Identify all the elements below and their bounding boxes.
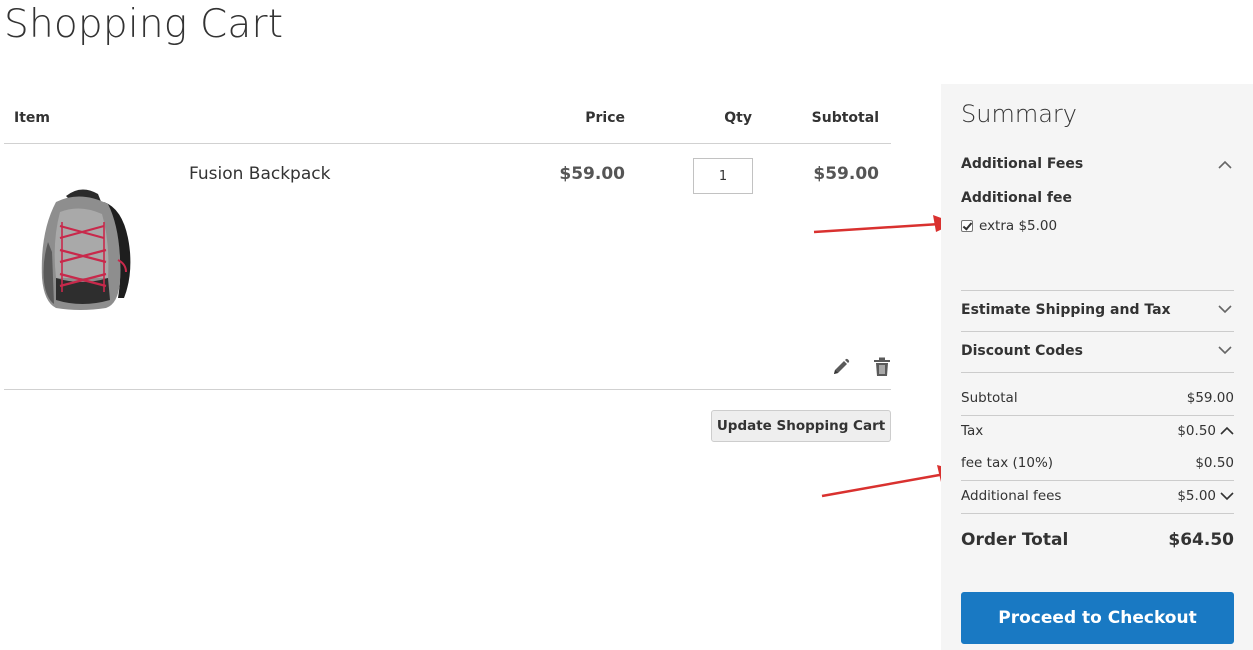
additional-fees-label: Additional fees xyxy=(961,488,1062,504)
column-header-qty: Qty xyxy=(724,110,752,126)
divider xyxy=(961,331,1234,332)
cart-table-header: Item Price Qty Subtotal xyxy=(4,98,891,144)
order-summary: Summary Additional Fees Additional fee e… xyxy=(941,84,1253,650)
fee-option-label: extra $5.00 xyxy=(979,218,1058,234)
tax-value: $0.50 xyxy=(1177,423,1216,439)
divider xyxy=(961,290,1234,291)
fee-group-label: Additional fee xyxy=(961,190,1072,206)
item-price: $59.00 xyxy=(559,164,625,184)
column-header-subtotal: Subtotal xyxy=(811,110,879,126)
proceed-to-checkout-button[interactable]: Proceed to Checkout xyxy=(961,592,1234,644)
divider xyxy=(961,415,1234,416)
totals-subtotal-row: Subtotal $59.00 xyxy=(961,390,1234,406)
subtotal-label: Subtotal xyxy=(961,390,1018,406)
order-total-value: $64.50 xyxy=(1168,530,1234,550)
additional-fees-toggle[interactable]: Additional Fees xyxy=(961,156,1234,176)
order-total-row: Order Total $64.50 xyxy=(961,530,1234,550)
fee-option-extra[interactable]: extra $5.00 xyxy=(961,218,1057,234)
cart-table: Item Price Qty Subtotal Fusion Backpack … xyxy=(4,98,891,442)
discount-codes-toggle[interactable]: Discount Codes xyxy=(961,343,1234,363)
chevron-down-icon xyxy=(1220,492,1234,501)
annotation-arrow-fee-tax xyxy=(821,465,960,498)
column-header-item: Item xyxy=(14,110,50,126)
divider xyxy=(961,372,1234,373)
trash-icon[interactable] xyxy=(873,357,891,377)
chevron-down-icon xyxy=(1218,305,1232,314)
order-total-label: Order Total xyxy=(961,530,1069,550)
column-header-price: Price xyxy=(585,110,625,126)
estimate-shipping-heading: Estimate Shipping and Tax xyxy=(961,302,1171,318)
cart-item-row: Fusion Backpack $59.00 $59.00 xyxy=(4,144,891,390)
product-name-link[interactable]: Fusion Backpack xyxy=(189,164,330,184)
chevron-down-icon xyxy=(1218,346,1232,355)
chevron-up-icon xyxy=(1220,426,1234,435)
fee-tax-label: fee tax (10%) xyxy=(961,455,1054,471)
fee-tax-value: $0.50 xyxy=(1195,455,1234,471)
totals-fee-tax-row: fee tax (10%) $0.50 xyxy=(961,455,1234,471)
totals-additional-fees-row[interactable]: Additional fees $5.00 xyxy=(961,488,1234,504)
summary-title: Summary xyxy=(961,100,1077,128)
edit-pencil-icon[interactable] xyxy=(832,358,850,376)
additional-fees-value: $5.00 xyxy=(1177,488,1216,504)
qty-input[interactable] xyxy=(693,158,753,194)
discount-codes-heading: Discount Codes xyxy=(961,343,1083,359)
tax-label: Tax xyxy=(961,423,984,439)
additional-fees-heading: Additional Fees xyxy=(961,156,1084,172)
totals-tax-row[interactable]: Tax $0.50 xyxy=(961,423,1234,439)
page-title: Shopping Cart xyxy=(4,2,284,47)
subtotal-value: $59.00 xyxy=(1186,390,1234,406)
estimate-shipping-toggle[interactable]: Estimate Shipping and Tax xyxy=(961,302,1234,322)
divider xyxy=(961,513,1234,514)
item-subtotal: $59.00 xyxy=(813,164,879,184)
chevron-up-icon xyxy=(1218,160,1232,169)
fee-checkbox[interactable] xyxy=(961,220,973,232)
divider xyxy=(961,480,1234,481)
product-image[interactable] xyxy=(26,182,136,312)
update-shopping-cart-button[interactable]: Update Shopping Cart xyxy=(711,410,891,442)
